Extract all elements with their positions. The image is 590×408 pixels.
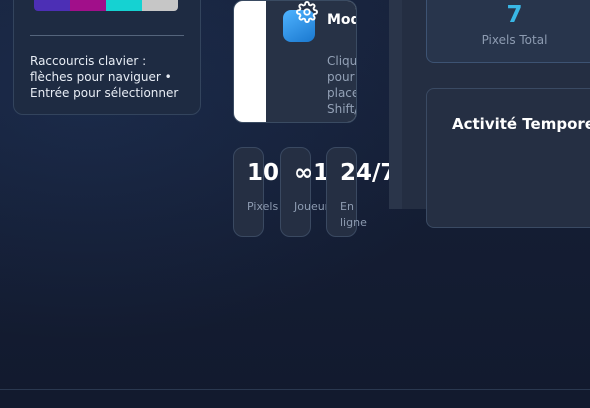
total-pixels-card: 7 Pixels Total xyxy=(426,0,590,63)
stats-sidebar: 7 Pixels Total Activité Temporelle xyxy=(389,0,590,228)
stat-card-online: 24/7 En ligne xyxy=(326,147,396,237)
activity-title: Activité Temporelle xyxy=(452,115,590,133)
color-swatches xyxy=(34,0,178,11)
gear-icon[interactable] xyxy=(296,1,318,23)
color-swatch-2[interactable] xyxy=(70,0,106,11)
stat-label-online: En ligne xyxy=(340,200,367,229)
app-canvas: Raccourcis clavier : flèches pour navigu… xyxy=(0,0,590,408)
footer-divider xyxy=(0,389,590,390)
draw-mode-panel: Mode Dessin Cliquez pour placer Shift/..… xyxy=(266,1,356,122)
divider xyxy=(30,35,184,36)
stat-card-players: ∞10 Joueurs xyxy=(280,147,345,237)
draw-mode-card[interactable]: Mode Dessin Cliquez pour placer Shift/..… xyxy=(233,0,357,123)
stat-label-players: Joueurs xyxy=(294,200,335,213)
total-pixels-label: Pixels Total xyxy=(481,33,548,47)
stat-value-online: 24/7 xyxy=(340,160,397,186)
total-pixels-value: 7 xyxy=(506,2,523,28)
color-swatch-4[interactable] xyxy=(142,0,178,11)
activity-card: Activité Temporelle xyxy=(426,88,590,228)
mode-title: Mode Dessin xyxy=(327,12,356,28)
sidebar-edge xyxy=(389,0,402,209)
mode-description: Cliquez pour placer Shift/... xyxy=(327,54,357,116)
color-swatch-3[interactable] xyxy=(106,0,142,11)
stat-card-pixels: 100 Pixels xyxy=(233,147,295,237)
palette-panel: Raccourcis clavier : flèches pour navigu… xyxy=(13,0,201,115)
keyboard-shortcuts-hint: Raccourcis clavier : flèches pour navigu… xyxy=(30,54,179,100)
color-swatch-1[interactable] xyxy=(34,0,70,11)
stat-label-pixels: Pixels xyxy=(247,200,279,213)
